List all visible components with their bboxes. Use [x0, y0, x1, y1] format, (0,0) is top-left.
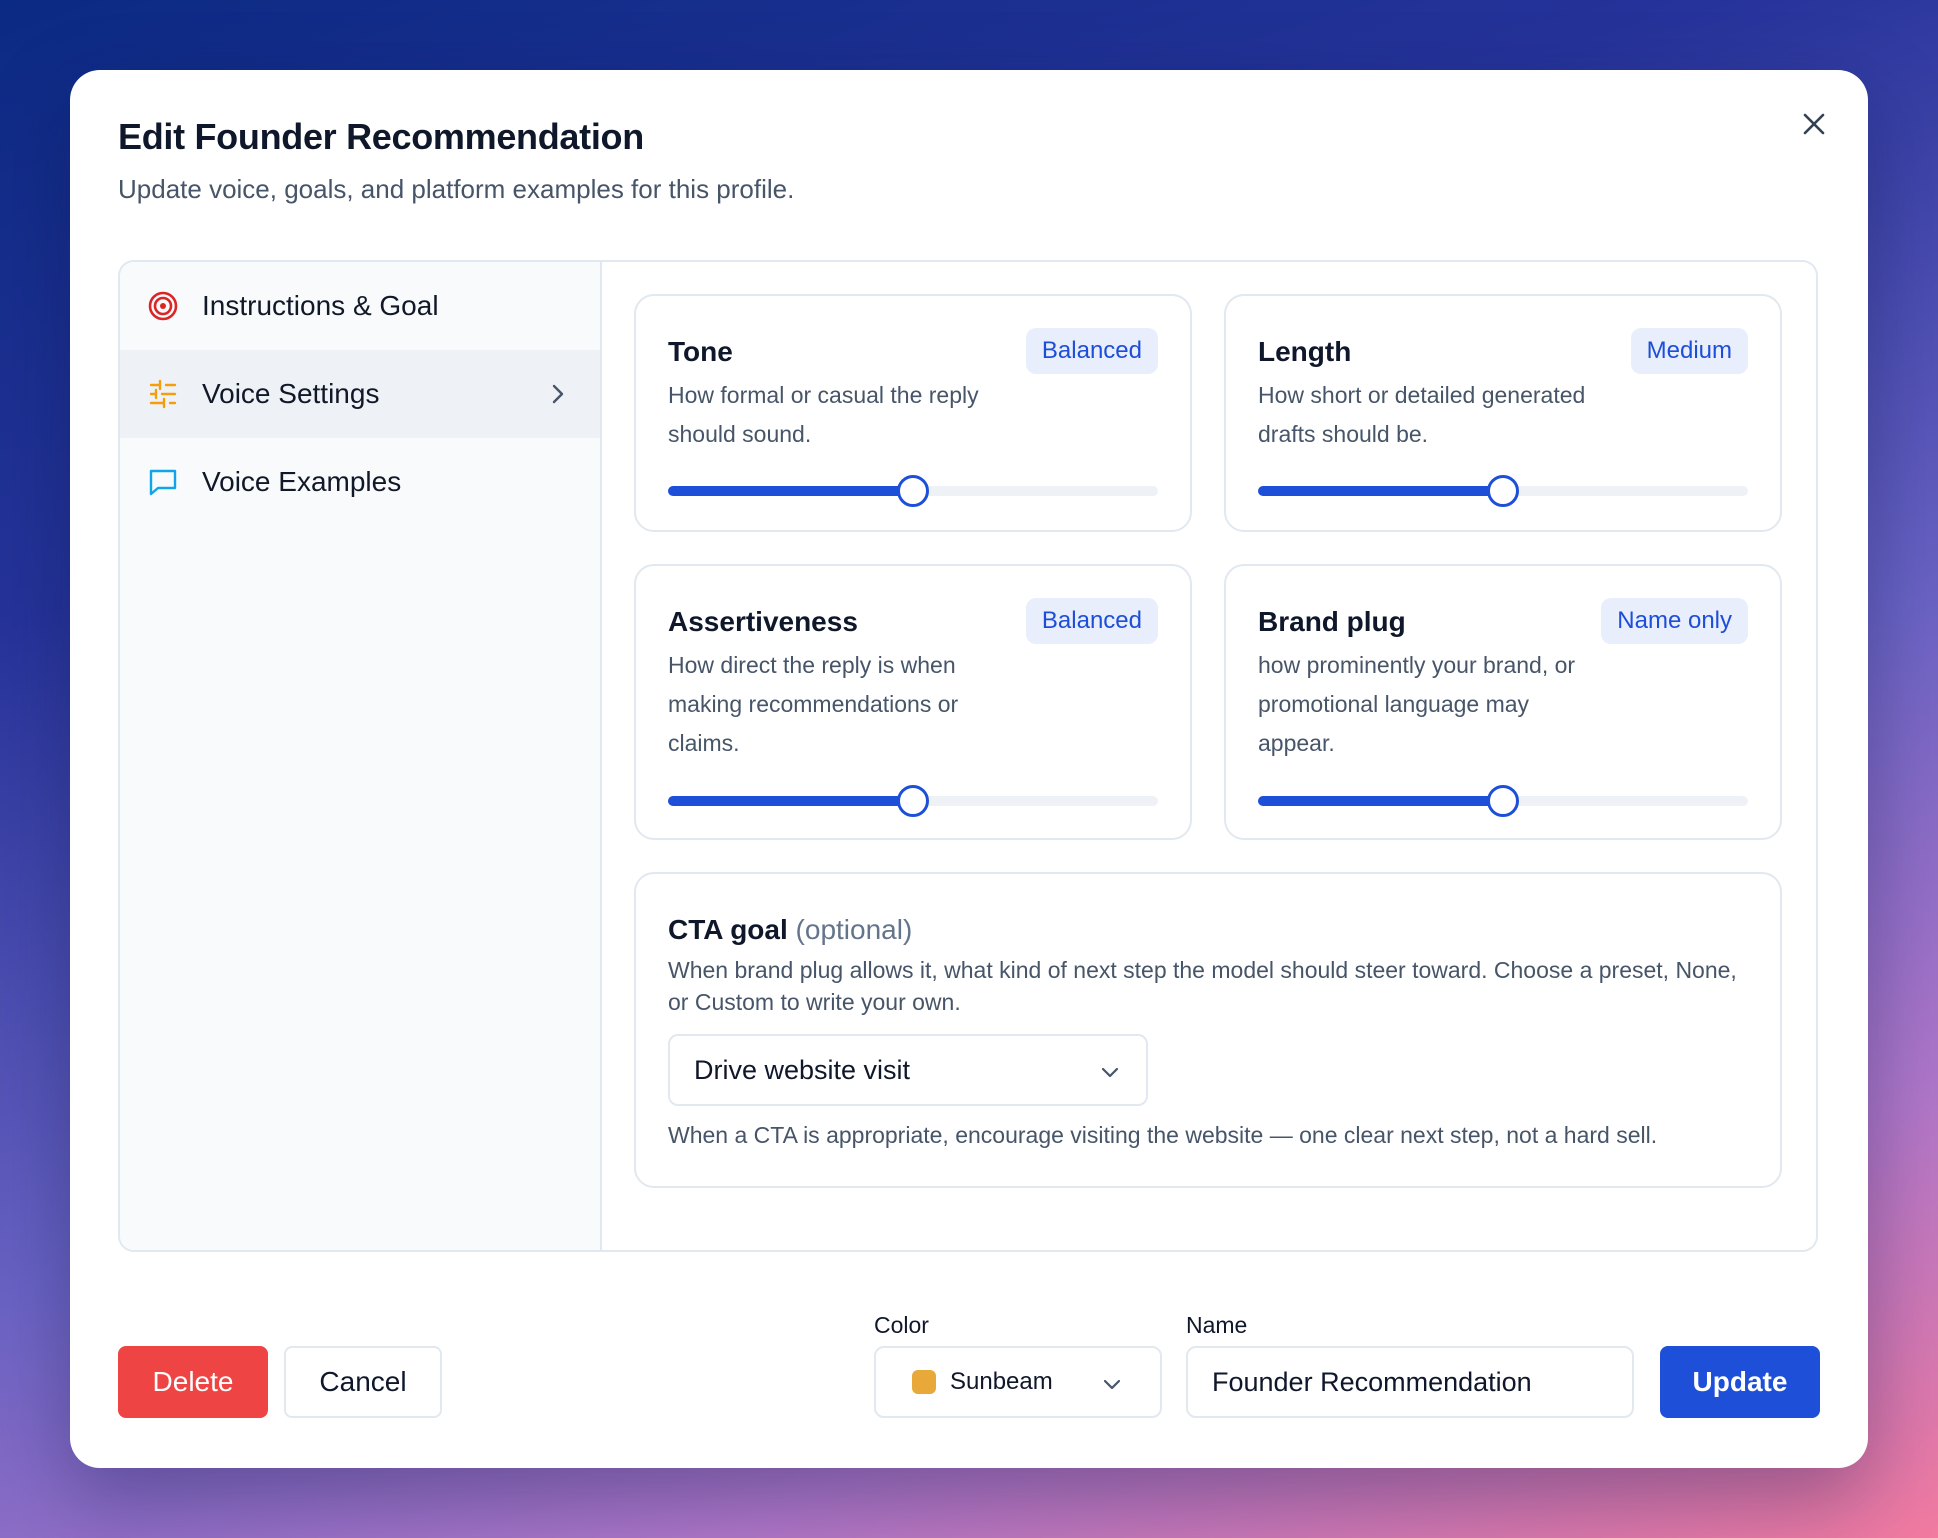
cta-goal-title: CTA goal (optional)	[668, 914, 912, 946]
length-value-badge: Medium	[1630, 328, 1748, 374]
chat-bubble-icon	[146, 465, 180, 499]
brand-plug-value-badge: Name only	[1601, 598, 1748, 644]
sidebar-item-label: Voice Settings	[202, 378, 380, 409]
name-label: Name	[1186, 1312, 1248, 1338]
color-selected-value: Sunbeam	[950, 1368, 1053, 1395]
sliders-icon	[146, 377, 180, 411]
brand-plug-slider[interactable]	[1258, 785, 1748, 817]
cta-goal-label: CTA goal	[668, 914, 788, 945]
cta-goal-description: When brand plug allows it, what kind of …	[668, 957, 1737, 1015]
slider-thumb[interactable]	[1487, 475, 1519, 507]
close-icon	[1803, 113, 1825, 135]
slider-fill	[668, 486, 913, 496]
card-title: Assertiveness	[668, 606, 858, 637]
sidebar-item-label: Voice Examples	[202, 466, 402, 497]
cta-goal-selected-value: Drive website visit	[694, 1054, 911, 1085]
card-description: how prominently your brand, or promotion…	[1258, 652, 1576, 756]
assertiveness-slider[interactable]	[668, 785, 1158, 817]
optional-label: (optional)	[795, 914, 913, 945]
length-slider[interactable]	[1258, 475, 1748, 507]
delete-button[interactable]: Delete	[118, 1346, 268, 1418]
tone-slider[interactable]	[668, 475, 1158, 507]
card-title: Brand plug	[1258, 606, 1406, 637]
edit-profile-modal: Edit Founder Recommendation Update voice…	[70, 70, 1868, 1468]
modal-title: Edit Founder Recommendation	[118, 116, 644, 157]
chevron-down-icon	[1101, 1067, 1119, 1078]
assertiveness-value-badge: Balanced	[1025, 598, 1158, 644]
slider-fill	[668, 796, 913, 806]
sidebar: Instructions & Goal Voice Settings Voice…	[120, 262, 602, 1250]
brand-plug-card: Brand plug Name only how prominently you…	[1224, 564, 1782, 840]
sidebar-item-voice-examples[interactable]: Voice Examples	[120, 438, 600, 526]
update-button[interactable]: Update	[1660, 1346, 1820, 1418]
slider-fill	[1258, 796, 1503, 806]
cta-goal-help-text: When a CTA is appropriate, encourage vis…	[668, 1122, 1658, 1148]
card-title: Length	[1258, 336, 1352, 367]
slider-fill	[1258, 486, 1503, 496]
cancel-button[interactable]: Cancel	[284, 1346, 442, 1418]
chevron-down-icon	[1103, 1379, 1121, 1390]
tone-value-badge: Balanced	[1025, 328, 1158, 374]
settings-panel: Instructions & Goal Voice Settings Voice…	[118, 260, 1818, 1252]
cta-goal-card: CTA goal (optional) When brand plug allo…	[634, 872, 1782, 1188]
slider-thumb[interactable]	[897, 475, 929, 507]
sidebar-item-instructions-goal[interactable]: Instructions & Goal	[120, 262, 600, 350]
color-swatch	[912, 1370, 936, 1394]
modal-subtitle: Update voice, goals, and platform exampl…	[118, 174, 795, 204]
card-description: How formal or casual the reply should so…	[668, 382, 979, 447]
slider-thumb[interactable]	[1487, 785, 1519, 817]
card-description: How short or detailed generated drafts s…	[1258, 382, 1586, 447]
chevron-right-icon	[552, 384, 564, 404]
slider-thumb[interactable]	[897, 785, 929, 817]
card-title: Tone	[668, 336, 733, 367]
name-input[interactable]	[1186, 1346, 1634, 1418]
sidebar-item-voice-settings[interactable]: Voice Settings	[120, 350, 600, 438]
sidebar-item-label: Instructions & Goal	[202, 290, 439, 321]
color-label: Color	[874, 1312, 929, 1338]
card-description: How direct the reply is when making reco…	[668, 652, 959, 756]
target-icon	[146, 289, 180, 323]
assertiveness-card: Assertiveness Balanced How direct the re…	[634, 564, 1192, 840]
close-button[interactable]	[1794, 104, 1834, 144]
cta-goal-select[interactable]: Drive website visit	[668, 1034, 1148, 1106]
color-select[interactable]: Sunbeam	[874, 1346, 1162, 1418]
voice-settings-content: Tone Balanced How formal or casual the r…	[602, 262, 1816, 1250]
length-card: Length Medium How short or detailed gene…	[1224, 294, 1782, 532]
tone-card: Tone Balanced How formal or casual the r…	[634, 294, 1192, 532]
